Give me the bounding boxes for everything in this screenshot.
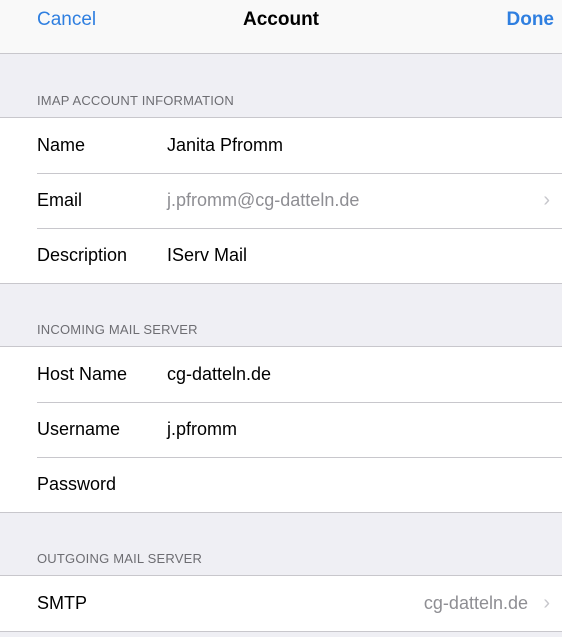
navigation-bar: Cancel Account Done bbox=[0, 0, 562, 54]
email-label: Email bbox=[37, 190, 83, 210]
description-field[interactable]: IServ Mail bbox=[167, 228, 247, 283]
username-label: Username bbox=[37, 419, 121, 439]
description-label: Description bbox=[37, 245, 128, 265]
section-header-imap: IMAP ACCOUNT INFORMATION bbox=[37, 93, 234, 108]
row-name[interactable]: Name Janita Pfromm bbox=[0, 118, 562, 173]
host-name-field[interactable]: cg-datteln.de bbox=[167, 347, 271, 402]
group-incoming: Host Name cg-datteln.de Username j.pfrom… bbox=[0, 346, 562, 513]
smtp-value: cg-datteln.de bbox=[423, 593, 528, 613]
chevron-right-icon: › bbox=[543, 189, 550, 211]
page-title: Account bbox=[243, 9, 319, 30]
row-description[interactable]: Description IServ Mail bbox=[0, 228, 562, 283]
group-imap: Name Janita Pfromm Email j.pfromm@cg-dat… bbox=[0, 117, 562, 284]
email-value: j.pfromm@cg-datteln.de bbox=[167, 190, 360, 210]
row-smtp[interactable]: SMTP cg-datteln.de › bbox=[0, 576, 562, 631]
username-field[interactable]: j.pfromm bbox=[167, 402, 237, 457]
name-field[interactable]: Janita Pfromm bbox=[167, 118, 283, 173]
smtp-label: SMTP bbox=[37, 593, 88, 613]
done-button[interactable]: Done bbox=[507, 8, 555, 32]
row-host-name[interactable]: Host Name cg-datteln.de bbox=[0, 347, 562, 402]
password-label: Password bbox=[37, 474, 117, 494]
name-label: Name bbox=[37, 135, 86, 155]
group-outgoing: SMTP cg-datteln.de › bbox=[0, 575, 562, 632]
section-header-incoming: INCOMING MAIL SERVER bbox=[37, 322, 198, 337]
row-email[interactable]: Email j.pfromm@cg-datteln.de › bbox=[0, 173, 562, 228]
chevron-right-icon: › bbox=[543, 592, 550, 614]
row-username[interactable]: Username j.pfromm bbox=[0, 402, 562, 457]
host-name-label: Host Name bbox=[37, 364, 128, 384]
section-header-outgoing: OUTGOING MAIL SERVER bbox=[37, 551, 203, 566]
row-password[interactable]: Password bbox=[0, 457, 562, 512]
